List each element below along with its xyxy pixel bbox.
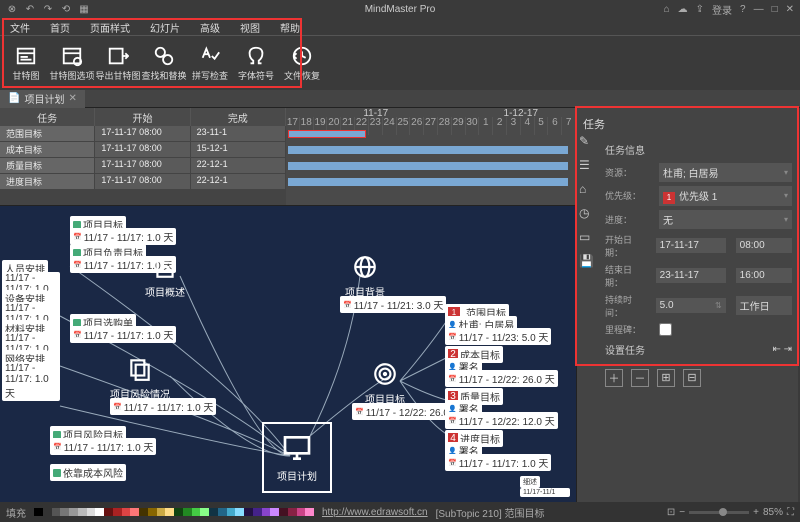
home-icon[interactable]: ⌂ — [664, 4, 670, 15]
fill-label: 填充 — [6, 505, 26, 520]
close-doc-icon[interactable]: ⊗ — [6, 3, 18, 15]
remove-button[interactable]: － — [631, 369, 649, 387]
titlebar-right: ⌂ ☁ ⇪ 登录 ? — □ ✕ — [664, 2, 800, 17]
mindmap-leaf-date: 11/17 - 11/17: 1.0 天 — [2, 362, 60, 401]
mindmap-leaf-date: 11/17-11/1 — [520, 488, 570, 497]
ribbon: 甘特图 甘特图选项 导出甘特图 查找和替换 拼写检查 字体符号 文件恢复 — [0, 36, 800, 90]
mindmap-leaf-date: 📅11/17 - 11/23: 5.0 天 — [445, 328, 551, 345]
mindmap-root[interactable]: 项目计划 — [262, 422, 332, 493]
mindmap-leaf-date: 📅11/17 - 11/17: 1.0 天 — [50, 438, 156, 455]
cloud-icon[interactable]: ☁ — [678, 4, 688, 15]
minimize-icon[interactable]: — — [754, 4, 764, 15]
tag-icon[interactable]: ▭ — [579, 230, 594, 244]
home-icon[interactable]: ⌂ — [579, 182, 594, 196]
gantt-row[interactable]: 质量目标17-11-17 08:0022-12-1 — [0, 158, 286, 174]
view-icon[interactable]: ▦ — [78, 3, 90, 15]
qat: ⊗ ↶ ↷ ⟲ ▦ — [0, 3, 90, 15]
mindmap-leaf[interactable]: 依靠成本风险 — [50, 464, 126, 481]
status-url[interactable]: http://www.edrawsoft.cn — [322, 507, 428, 518]
monitor-icon — [281, 432, 313, 464]
zoom-in-icon[interactable]: + — [753, 507, 759, 518]
brush-icon[interactable]: ✎ — [579, 134, 594, 148]
close-tab-icon[interactable]: ✕ — [68, 93, 76, 104]
highlight-ribbon — [2, 18, 302, 88]
grid-a-button[interactable]: ⊞ — [657, 369, 675, 387]
fullscreen-icon[interactable]: ⛶ — [787, 507, 794, 518]
gantt-header: 任务 开始 完成 — [0, 108, 286, 126]
highlight-taskpane — [575, 106, 799, 366]
help-icon[interactable]: ? — [740, 4, 746, 15]
title-bar: ⊗ ↶ ↷ ⟲ ▦ MindMaster Pro ⌂ ☁ ⇪ 登录 ? — □ … — [0, 0, 800, 18]
save-icon[interactable]: 💾 — [579, 254, 594, 268]
gantt-bar[interactable] — [288, 146, 568, 154]
maximize-icon[interactable]: □ — [772, 4, 778, 15]
work-area: 任务 开始 完成 范围目标17-11-17 08:0023-11-1 成本目标1… — [0, 108, 800, 502]
col-task: 任务 — [0, 108, 95, 126]
left-pane: 任务 开始 完成 范围目标17-11-17 08:0023-11-1 成本目标1… — [0, 108, 576, 502]
mindmap-leaf-date: 📅11/17 - 12/22: 26.0 天 — [445, 370, 558, 387]
add-button[interactable]: ＋ — [605, 369, 623, 387]
gantt-row[interactable]: 范围目标17-11-17 08:0023-11-1 — [0, 126, 286, 142]
app-title: MindMaster Pro — [365, 4, 436, 15]
mindmap-leaf[interactable]: 细述 — [520, 476, 540, 488]
redo-icon[interactable]: ↷ — [42, 3, 54, 15]
status-selection: [SubTopic 210] 范围目标 — [436, 505, 545, 520]
task-panel-sideicons: ✎ ☰ ⌂ ◷ ▭ 💾 — [579, 134, 594, 268]
mindmap-canvas[interactable]: 项目目标 📅11/17 - 11/17: 1.0 天 项目负责目标 📅11/17… — [0, 206, 576, 502]
zoom-controls: ⊡ − + 85% ⛶ — [667, 507, 794, 518]
clock-icon[interactable]: ◷ — [579, 206, 594, 220]
status-bar: 填充 http://www.edrawsoft.cn [SubTopic 210… — [0, 502, 800, 522]
color-palette[interactable] — [34, 508, 314, 516]
login-button[interactable]: 登录 — [712, 2, 732, 17]
refresh-icon[interactable]: ⟲ — [60, 3, 72, 15]
doc-tab[interactable]: 📄项目计划✕ — [0, 89, 85, 108]
mindmap-branch[interactable]: 项目概述 — [145, 254, 185, 299]
close-icon[interactable]: ✕ — [786, 4, 794, 15]
gantt-row[interactable]: 成本目标17-11-17 08:0015-12-1 — [0, 142, 286, 158]
mindmap-leaf-date: 📅11/17 - 11/17: 1.0 天 — [445, 454, 551, 471]
mindmap-leaf-date: 📅11/17 - 11/17: 1.0 天 — [70, 326, 176, 343]
undo-icon[interactable]: ↶ — [24, 3, 36, 15]
list-icon[interactable]: ☰ — [579, 158, 594, 172]
zoom-out-icon[interactable]: − — [679, 507, 685, 518]
gantt-bar[interactable] — [288, 162, 568, 170]
gantt-bar[interactable] — [288, 130, 366, 138]
copy-icon — [127, 356, 153, 382]
col-end: 完成 — [191, 108, 286, 126]
gantt-chart[interactable]: 11-171-12-17 171819202122232425262728293… — [286, 108, 576, 205]
gantt-row[interactable]: 进度目标17-11-17 08:0022-12-1 — [0, 174, 286, 190]
grid-b-button[interactable]: ⊟ — [683, 369, 701, 387]
task-panel: 任务 ✎ ☰ ⌂ ◷ ▭ 💾 任务信息 资源：杜甫; 白居易▾ 优先级：1优先级… — [576, 108, 798, 502]
col-start: 开始 — [95, 108, 190, 126]
mindmap-leaf-date: 📅11/17 - 11/17: 1.0 天 — [70, 228, 176, 245]
gantt-task-list: 任务 开始 完成 范围目标17-11-17 08:0023-11-1 成本目标1… — [0, 108, 286, 205]
document-icon — [152, 254, 178, 280]
mindmap-branch[interactable]: 项目背景 — [345, 254, 385, 299]
zoom-slider[interactable] — [689, 511, 749, 514]
target-icon — [372, 361, 398, 387]
zoom-fit-icon[interactable]: ⊡ — [667, 507, 675, 518]
zoom-value[interactable]: 85% — [763, 507, 783, 518]
gantt-bar[interactable] — [288, 178, 568, 186]
gantt-view: 任务 开始 完成 范围目标17-11-17 08:0023-11-1 成本目标1… — [0, 108, 576, 206]
mindmap-leaf-date: 📅11/17 - 11/17: 1.0 天 — [110, 398, 216, 415]
globe-icon — [352, 254, 378, 280]
mindmap-branch[interactable]: 项目目标 — [365, 361, 405, 406]
mindmap-leaf-date: 📅11/17 - 12/22: 12.0 天 — [445, 412, 558, 429]
share-icon[interactable]: ⇪ — [696, 4, 704, 15]
mindmap-branch[interactable]: 项目风险情况 — [110, 356, 170, 401]
mindmap-leaf-date: 📅11/17 - 11/21: 3.0 天 — [340, 296, 446, 313]
